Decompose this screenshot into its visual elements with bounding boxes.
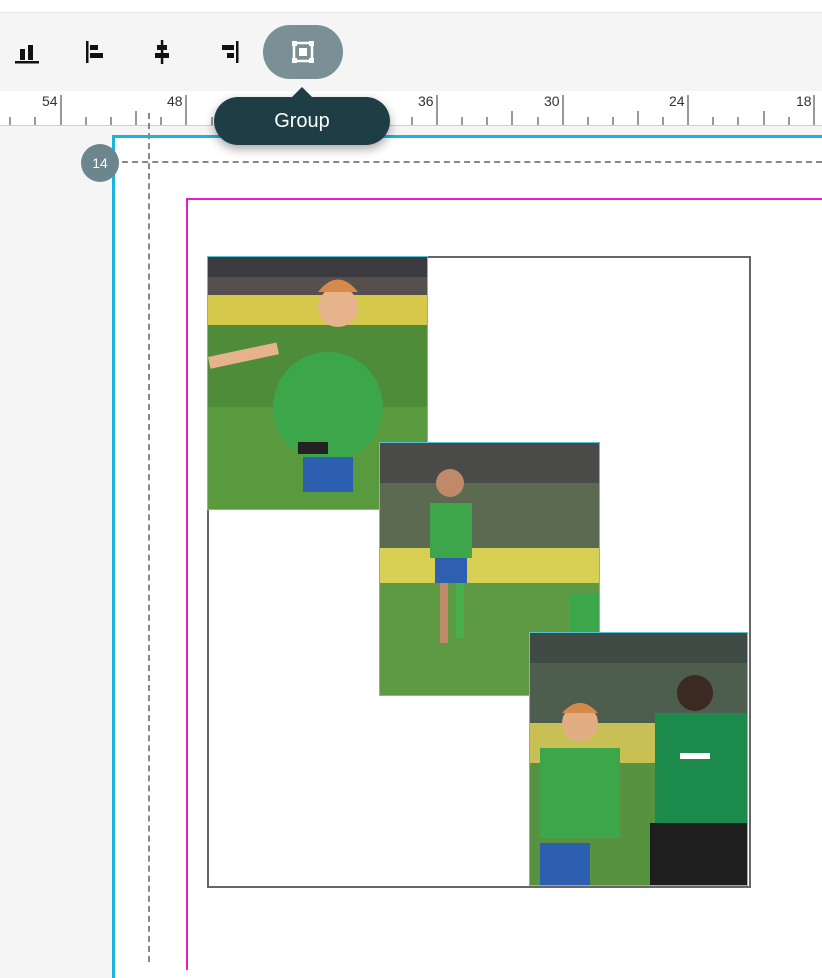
ruler-label: 48 xyxy=(167,93,183,109)
horizontal-ruler[interactable]: 54 48 36 30 24 18 xyxy=(0,91,822,126)
ruler-label: 30 xyxy=(544,93,560,109)
alignment-toolbar xyxy=(0,13,822,91)
align-left-button[interactable] xyxy=(68,25,122,79)
group-tooltip: Group xyxy=(214,87,390,145)
ruler-label: 18 xyxy=(796,93,812,109)
ruler-ticks xyxy=(9,95,815,125)
align-center-icon xyxy=(155,40,169,64)
align-bottom-button[interactable] xyxy=(0,25,54,79)
top-bar xyxy=(0,0,822,13)
align-bottom-icon xyxy=(15,45,39,64)
horizontal-guide[interactable] xyxy=(112,161,822,163)
align-right-button[interactable] xyxy=(202,25,256,79)
photo-soccer-3[interactable] xyxy=(529,632,748,886)
ruler-label: 24 xyxy=(669,93,685,109)
vertical-guide[interactable] xyxy=(148,113,150,962)
group-button[interactable] xyxy=(263,25,343,79)
page-number-badge[interactable]: 14 xyxy=(81,144,119,182)
align-center-button[interactable] xyxy=(135,25,189,79)
ruler-label: 36 xyxy=(418,93,434,109)
align-right-icon xyxy=(222,41,239,63)
align-left-icon xyxy=(86,41,103,63)
ruler-label: 54 xyxy=(42,93,58,109)
group-icon xyxy=(292,41,314,63)
